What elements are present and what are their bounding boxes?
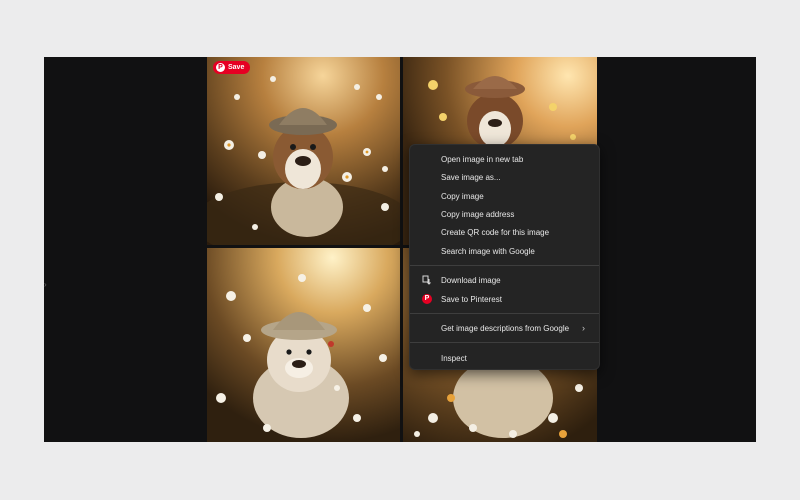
menu-item-inspect[interactable]: Inspect <box>410 350 599 366</box>
menu-item-label: Search image with Google <box>441 246 535 256</box>
menu-item-copy-image-address[interactable]: Copy image address <box>410 206 599 222</box>
pinterest-icon: P <box>422 294 432 304</box>
image-tile[interactable]: P Save <box>207 57 400 245</box>
download-icon <box>422 275 432 285</box>
menu-item-label: Save image as... <box>441 172 501 182</box>
pinterest-save-label: Save <box>228 64 245 71</box>
menu-item-label: Get image descriptions from Google <box>441 323 570 333</box>
menu-item-save-to-pinterest[interactable]: P Save to Pinterest <box>410 291 599 307</box>
pinterest-save-button[interactable]: P Save <box>213 61 251 74</box>
menu-separator <box>410 342 599 343</box>
menu-item-image-descriptions[interactable]: Get image descriptions from Google › <box>410 320 599 336</box>
pinterest-icon: P <box>216 63 225 72</box>
menu-item-search-image-google[interactable]: Search image with Google <box>410 243 599 259</box>
browser-viewport: › P Save <box>44 57 756 442</box>
menu-item-create-qr-code[interactable]: Create QR code for this image <box>410 224 599 240</box>
menu-item-open-image-new-tab[interactable]: Open image in new tab <box>410 151 599 167</box>
menu-item-label: Download image <box>441 275 501 285</box>
menu-item-copy-image[interactable]: Copy image <box>410 188 599 204</box>
menu-item-download-image[interactable]: Download image <box>410 272 599 288</box>
menu-separator <box>410 265 599 266</box>
menu-item-label: Create QR code for this image <box>441 227 550 237</box>
menu-item-label: Open image in new tab <box>441 154 524 164</box>
menu-item-save-image-as[interactable]: Save image as... <box>410 169 599 185</box>
chevron-right-icon: › <box>582 323 585 333</box>
image-tile[interactable] <box>207 248 400 442</box>
menu-item-label: Copy image address <box>441 209 515 219</box>
menu-item-label: Copy image <box>441 191 484 201</box>
menu-item-label: Inspect <box>441 353 467 363</box>
context-menu: Open image in new tab Save image as... C… <box>409 144 600 370</box>
edge-glyph: › <box>44 280 47 289</box>
bulldog-photo[interactable] <box>207 57 400 245</box>
bulldog-photo[interactable] <box>207 248 400 442</box>
menu-item-label: Save to Pinterest <box>441 294 502 304</box>
menu-separator <box>410 313 599 314</box>
